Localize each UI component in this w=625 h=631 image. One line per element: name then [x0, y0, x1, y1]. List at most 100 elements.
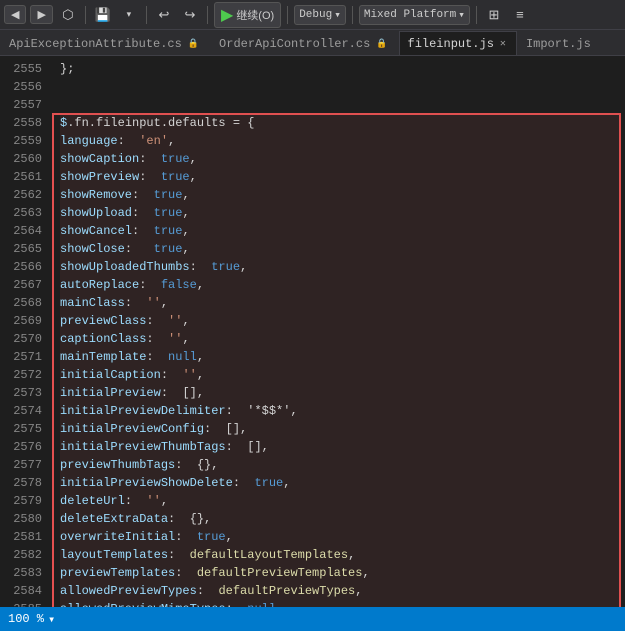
line-number: 2560 — [0, 150, 52, 168]
forward-button[interactable]: ▶ — [30, 5, 52, 24]
continue-label: 继续(O) — [236, 7, 274, 23]
code-line: showPreview: true, — [60, 168, 621, 186]
separator-2 — [146, 6, 147, 24]
code-line: overwriteInitial: true, — [60, 528, 621, 546]
tab-fileinput-close-icon[interactable]: ✕ — [498, 37, 508, 51]
line-number: 2581 — [0, 528, 52, 546]
line-number: 2575 — [0, 420, 52, 438]
line-number: 2570 — [0, 330, 52, 348]
line-number: 2582 — [0, 546, 52, 564]
tab-import[interactable]: Import.js — [517, 31, 600, 55]
line-number: 2568 — [0, 294, 52, 312]
debug-dropdown[interactable]: Debug ▾ — [294, 5, 346, 25]
code-line: mainClass: '', — [60, 294, 621, 312]
extra-btn-1[interactable]: ⊞ — [483, 4, 505, 26]
code-editor: 2555255625572558255925602561256225632564… — [0, 56, 625, 607]
extra-btn-2[interactable]: ≡ — [509, 4, 531, 26]
nav-icon-button[interactable]: ⬡ — [57, 4, 79, 26]
code-line: deleteExtraData: {}, — [60, 510, 621, 528]
code-content[interactable]: }; $.fn.fileinput.defaults = { language:… — [52, 56, 625, 607]
code-line: showClose: true, — [60, 240, 621, 258]
back-button[interactable]: ◀ — [4, 5, 26, 24]
line-number: 2585 — [0, 600, 52, 607]
line-number: 2567 — [0, 276, 52, 294]
code-line: language: 'en', — [60, 132, 621, 150]
line-number: 2557 — [0, 96, 52, 114]
separator-1 — [85, 6, 86, 24]
line-number: 2563 — [0, 204, 52, 222]
zoom-control[interactable]: 100 % ▾ — [8, 612, 55, 627]
code-line: previewClass: '', — [60, 312, 621, 330]
code-line: showUploadedThumbs: true, — [60, 258, 621, 276]
code-line — [60, 78, 621, 96]
code-line: showUpload: true, — [60, 204, 621, 222]
line-number: 2562 — [0, 186, 52, 204]
tab-api-exception[interactable]: ApiExceptionAttribute.cs 🔒 — [0, 31, 210, 55]
line-number: 2579 — [0, 492, 52, 510]
platform-dropdown[interactable]: Mixed Platform ▾ — [359, 5, 470, 25]
line-number: 2578 — [0, 474, 52, 492]
tab-fileinput-label: fileinput.js — [408, 37, 494, 51]
continue-button[interactable]: ▶ 继续(O) — [214, 2, 281, 28]
line-numbers: 2555255625572558255925602561256225632564… — [0, 56, 52, 607]
line-number: 2583 — [0, 564, 52, 582]
code-line: showCaption: true, — [60, 150, 621, 168]
code-line — [60, 96, 621, 114]
debug-label: Debug — [299, 9, 332, 21]
line-number: 2573 — [0, 384, 52, 402]
line-number: 2572 — [0, 366, 52, 384]
code-line: initialPreview: [], — [60, 384, 621, 402]
back-icon: ◀ — [11, 8, 19, 21]
code-line: previewThumbTags: {}, — [60, 456, 621, 474]
separator-3 — [207, 6, 208, 24]
save-group-button[interactable]: ▾ — [118, 4, 140, 26]
nav-icon: ⬡ — [62, 7, 73, 23]
separator-6 — [476, 6, 477, 24]
save-group-icon: ▾ — [127, 9, 132, 20]
tab-fileinput[interactable]: fileinput.js ✕ — [399, 31, 517, 55]
tab-api-exception-lock: 🔒 — [186, 38, 201, 50]
separator-5 — [352, 6, 353, 24]
line-number: 2555 — [0, 60, 52, 78]
platform-chevron-icon: ▾ — [458, 8, 465, 22]
redo-icon: ↪ — [184, 7, 195, 23]
line-number: 2569 — [0, 312, 52, 330]
line-number: 2574 — [0, 402, 52, 420]
code-line: initialPreviewDelimiter: '*$$*', — [60, 402, 621, 420]
undo-icon: ↩ — [158, 7, 169, 23]
code-line: layoutTemplates: defaultLayoutTemplates, — [60, 546, 621, 564]
extra-icon-1: ⊞ — [488, 7, 499, 23]
save-button[interactable]: 💾 — [92, 4, 114, 26]
line-number: 2576 — [0, 438, 52, 456]
undo-button[interactable]: ↩ — [153, 4, 175, 26]
tab-import-label: Import.js — [526, 37, 591, 51]
status-bar: 100 % ▾ — [0, 607, 625, 631]
code-line: showRemove: true, — [60, 186, 621, 204]
redo-button[interactable]: ↪ — [179, 4, 201, 26]
code-line: autoReplace: false, — [60, 276, 621, 294]
code-line: deleteUrl: '', — [60, 492, 621, 510]
tab-api-exception-label: ApiExceptionAttribute.cs — [9, 37, 182, 51]
code-line: mainTemplate: null, — [60, 348, 621, 366]
line-number: 2556 — [0, 78, 52, 96]
line-number: 2566 — [0, 258, 52, 276]
main-toolbar: ◀ ▶ ⬡ 💾 ▾ ↩ ↪ ▶ 继续(O) Debug ▾ Mixed Plat… — [0, 0, 625, 30]
tab-order-api[interactable]: OrderApiController.cs 🔒 — [210, 31, 398, 55]
tab-order-api-label: OrderApiController.cs — [219, 37, 370, 51]
save-icon: 💾 — [95, 7, 111, 23]
platform-label: Mixed Platform — [364, 9, 456, 21]
code-line: captionClass: '', — [60, 330, 621, 348]
tab-order-api-lock: 🔒 — [374, 38, 389, 50]
line-number: 2571 — [0, 348, 52, 366]
separator-4 — [287, 6, 288, 24]
line-number: 2584 — [0, 582, 52, 600]
code-line: showCancel: true, — [60, 222, 621, 240]
code-line: }; — [60, 60, 621, 78]
line-number: 2564 — [0, 222, 52, 240]
line-number: 2561 — [0, 168, 52, 186]
code-line: initialCaption: '', — [60, 366, 621, 384]
code-line: previewTemplates: defaultPreviewTemplate… — [60, 564, 621, 582]
tab-bar: ApiExceptionAttribute.cs 🔒 OrderApiContr… — [0, 30, 625, 56]
extra-icon-2: ≡ — [516, 7, 524, 22]
debug-chevron-icon: ▾ — [334, 8, 341, 22]
